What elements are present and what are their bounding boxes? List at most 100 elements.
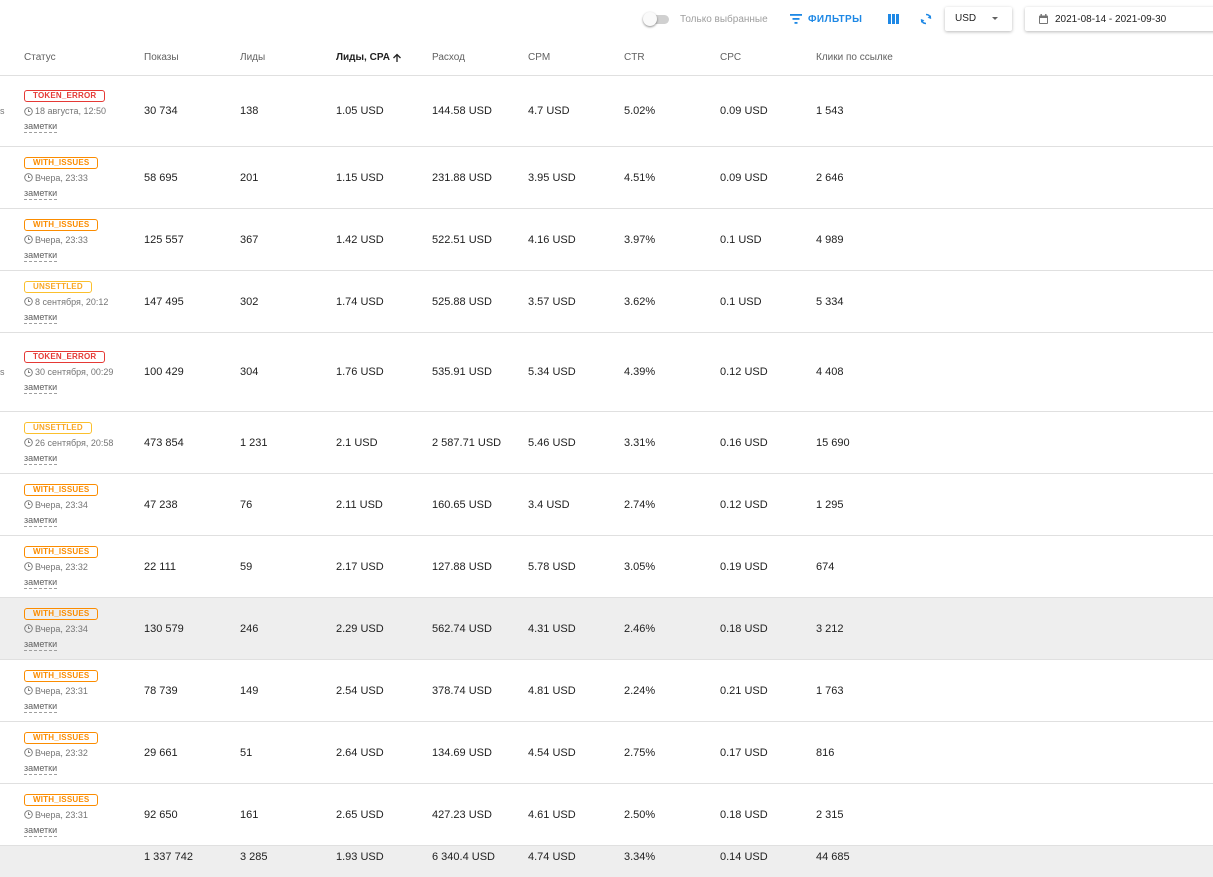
cell-leads: 149 (240, 684, 259, 697)
notes-link[interactable]: заметки (24, 577, 58, 589)
table-row[interactable]: WITH_ISSUES Вчера, 23:34 заметки 47 238 76 2.… (0, 474, 1213, 536)
cell-cpc: 0.17 USD (720, 746, 768, 759)
column-header-status[interactable]: Статус (24, 52, 56, 63)
status-badge: WITH_ISSUES (24, 607, 99, 620)
cell-cpm: 3.4 USD (528, 498, 570, 511)
status-time-text: Вчера, 23:31 (35, 809, 88, 820)
cell-cpc: 0.18 USD (720, 808, 768, 821)
cell-cpa: 2.65 USD (336, 808, 384, 821)
cell-link-clicks: 2 315 (816, 808, 844, 821)
cell-leads: 76 (240, 498, 253, 511)
status-time-text: 8 сентября, 20:12 (35, 296, 109, 307)
table-row[interactable]: WITH_ISSUES Вчера, 23:31 заметки 92 650 161 2… (0, 784, 1213, 846)
cell-link-clicks: 4 408 (816, 366, 844, 378)
notes-link[interactable]: заметки (24, 701, 58, 713)
status-time-text: Вчера, 23:34 (35, 499, 88, 510)
column-header-cpm[interactable]: CPM (528, 52, 550, 63)
date-range-picker[interactable]: 2021-08-14 - 2021-09-30 (1025, 7, 1213, 31)
notes-link[interactable]: заметки (24, 121, 58, 133)
table-row[interactable]: WITH_ISSUES Вчера, 23:31 заметки 78 739 149 2… (0, 660, 1213, 722)
notes-link[interactable]: заметки (24, 250, 58, 262)
notes-link[interactable]: заметки (24, 763, 58, 775)
notes-link[interactable]: заметки (24, 515, 58, 527)
table-row[interactable]: s TOKEN_ERROR 30 сентября, 00:29 заметки 100… (0, 333, 1213, 412)
table-row[interactable]: s TOKEN_ERROR 18 августа, 12:50 заметки 30 7… (0, 76, 1213, 147)
status-badge: TOKEN_ERROR (24, 351, 106, 363)
status-cell: WITH_ISSUES Вчера, 23:32 заметки (24, 545, 134, 589)
status-cell: WITH_ISSUES Вчера, 23:33 заметки (24, 156, 134, 200)
table-row[interactable]: UNSETTLED 8 сентября, 20:12 заметки 147 495… (0, 271, 1213, 333)
cell-cpa: 2.54 USD (336, 684, 384, 697)
column-header-cpc[interactable]: CPC (720, 52, 741, 63)
notes-link[interactable]: заметки (24, 639, 58, 651)
cell-impressions: 30 734 (144, 105, 178, 117)
status-time: Вчера, 23:34 (24, 624, 134, 634)
cell-cpc: 0.12 USD (720, 366, 768, 378)
table-header: Статус Показы Лиды Лиды, CPA Расход CPM … (0, 38, 1213, 76)
clock-icon (24, 748, 33, 757)
cell-impressions: 58 695 (144, 171, 178, 184)
status-time-text: Вчера, 23:33 (35, 234, 88, 245)
clock-icon (24, 438, 33, 447)
cell-ctr: 2.46% (624, 622, 656, 635)
table-row[interactable]: WITH_ISSUES Вчера, 23:32 заметки 22 111 59 2.… (0, 536, 1213, 598)
table-row[interactable]: WITH_ISSUES Вчера, 23:33 заметки 58 695 201 1… (0, 147, 1213, 209)
currency-select[interactable]: USD (945, 7, 1012, 31)
cell-ctr: 4.39% (624, 366, 656, 378)
cell-cpa: 2.11 USD (336, 498, 383, 511)
cell-leads: 367 (240, 233, 259, 246)
cell-leads: 201 (240, 171, 259, 184)
cell-ctr: 4.51% (624, 171, 656, 184)
column-header-impressions[interactable]: Показы (144, 52, 179, 63)
cell-cpm: 5.78 USD (528, 560, 576, 573)
status-time: Вчера, 23:31 (24, 686, 134, 696)
notes-link[interactable]: заметки (24, 453, 58, 465)
notes-link[interactable]: заметки (24, 382, 58, 394)
status-badge: UNSETTLED (24, 421, 92, 434)
cell-link-clicks: 1 763 (816, 684, 844, 697)
cell-spend: 427.23 USD (432, 808, 492, 821)
only-selected-toggle[interactable] (643, 12, 671, 26)
columns-button[interactable] (885, 11, 901, 27)
cell-cpa: 1.42 USD (336, 233, 384, 246)
clock-icon (24, 367, 33, 377)
table-row[interactable]: UNSETTLED 26 сентября, 20:58 заметки 473 85… (0, 412, 1213, 474)
column-header-cpa[interactable]: Лиды, CPA (336, 52, 402, 63)
cell-cpm: 5.46 USD (528, 436, 576, 449)
filters-button[interactable]: ФИЛЬТРЫ (790, 11, 862, 27)
cell-leads: 51 (240, 746, 253, 759)
cell-ctr: 5.02% (624, 105, 656, 117)
totals-row: 1 337 742 3 285 1.93 USD 6 340.4 USD 4.7… (0, 846, 1213, 877)
refresh-button[interactable] (918, 11, 934, 27)
column-header-ctr[interactable]: CTR (624, 52, 645, 63)
clock-icon (24, 500, 33, 509)
chevron-down-icon (992, 17, 998, 20)
cell-ctr: 3.05% (624, 560, 656, 573)
cell-impressions: 473 854 (144, 436, 184, 449)
table-row[interactable]: WITH_ISSUES Вчера, 23:32 заметки 29 661 51 2.… (0, 722, 1213, 784)
status-cell: TOKEN_ERROR 30 сентября, 00:29 заметки (24, 350, 134, 394)
status-cell: UNSETTLED 8 сентября, 20:12 заметки (24, 280, 134, 324)
cell-cpa: 2.1 USD (336, 436, 378, 449)
status-cell: UNSETTLED 26 сентября, 20:58 заметки (24, 421, 134, 465)
table-row[interactable]: WITH_ISSUES Вчера, 23:33 заметки 125 557 367… (0, 209, 1213, 271)
cell-spend: 2 587.71 USD (432, 436, 502, 449)
cell-cpc: 0.1 USD (720, 233, 762, 246)
notes-link[interactable]: заметки (24, 188, 58, 200)
cell-leads: 246 (240, 622, 259, 635)
cell-spend: 144.58 USD (432, 105, 492, 117)
column-header-leads[interactable]: Лиды (240, 52, 265, 63)
status-badge: WITH_ISSUES (24, 731, 99, 744)
notes-link[interactable]: заметки (24, 825, 58, 837)
notes-link[interactable]: заметки (24, 312, 58, 324)
cell-link-clicks: 1 543 (816, 105, 844, 117)
cell-cpc: 0.16 USD (720, 436, 768, 449)
column-header-spend[interactable]: Расход (432, 52, 465, 63)
total-cpc: 0.14 USD (720, 851, 768, 863)
column-header-link-clicks[interactable]: Клики по ссылке (816, 52, 893, 63)
status-cell: WITH_ISSUES Вчера, 23:32 заметки (24, 731, 134, 775)
cell-spend: 525.88 USD (432, 295, 492, 308)
status-badge: WITH_ISSUES (24, 218, 99, 231)
status-badge: WITH_ISSUES (24, 483, 99, 496)
table-row[interactable]: WITH_ISSUES Вчера, 23:34 заметки 130 579 246… (0, 598, 1213, 660)
